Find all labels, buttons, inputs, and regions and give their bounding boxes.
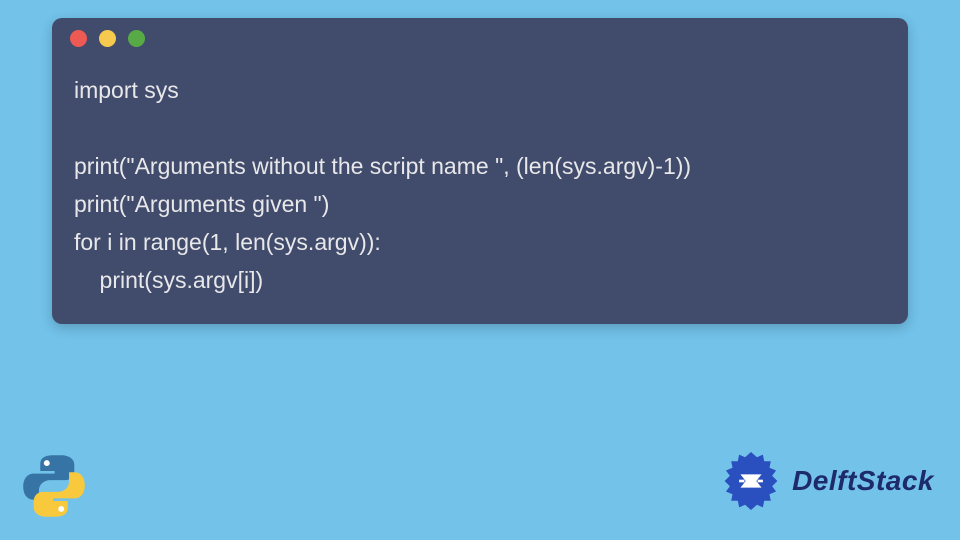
close-dot-icon	[70, 30, 87, 47]
code-line: for i in range(1, len(sys.argv)):	[74, 229, 381, 255]
code-line: print(sys.argv[i])	[74, 267, 263, 293]
code-line: import sys	[74, 77, 179, 103]
window-title-bar	[52, 18, 908, 58]
code-line: print("Arguments given ")	[74, 191, 329, 217]
delftstack-logo-icon	[718, 448, 784, 514]
minimize-dot-icon	[99, 30, 116, 47]
brand-name: DelftStack	[792, 465, 934, 497]
code-window: import sys print("Arguments without the …	[52, 18, 908, 324]
delftstack-brand: DelftStack	[718, 448, 934, 514]
maximize-dot-icon	[128, 30, 145, 47]
code-line: print("Arguments without the script name…	[74, 153, 691, 179]
code-body: import sys print("Arguments without the …	[52, 58, 908, 324]
python-logo-icon	[18, 450, 90, 522]
